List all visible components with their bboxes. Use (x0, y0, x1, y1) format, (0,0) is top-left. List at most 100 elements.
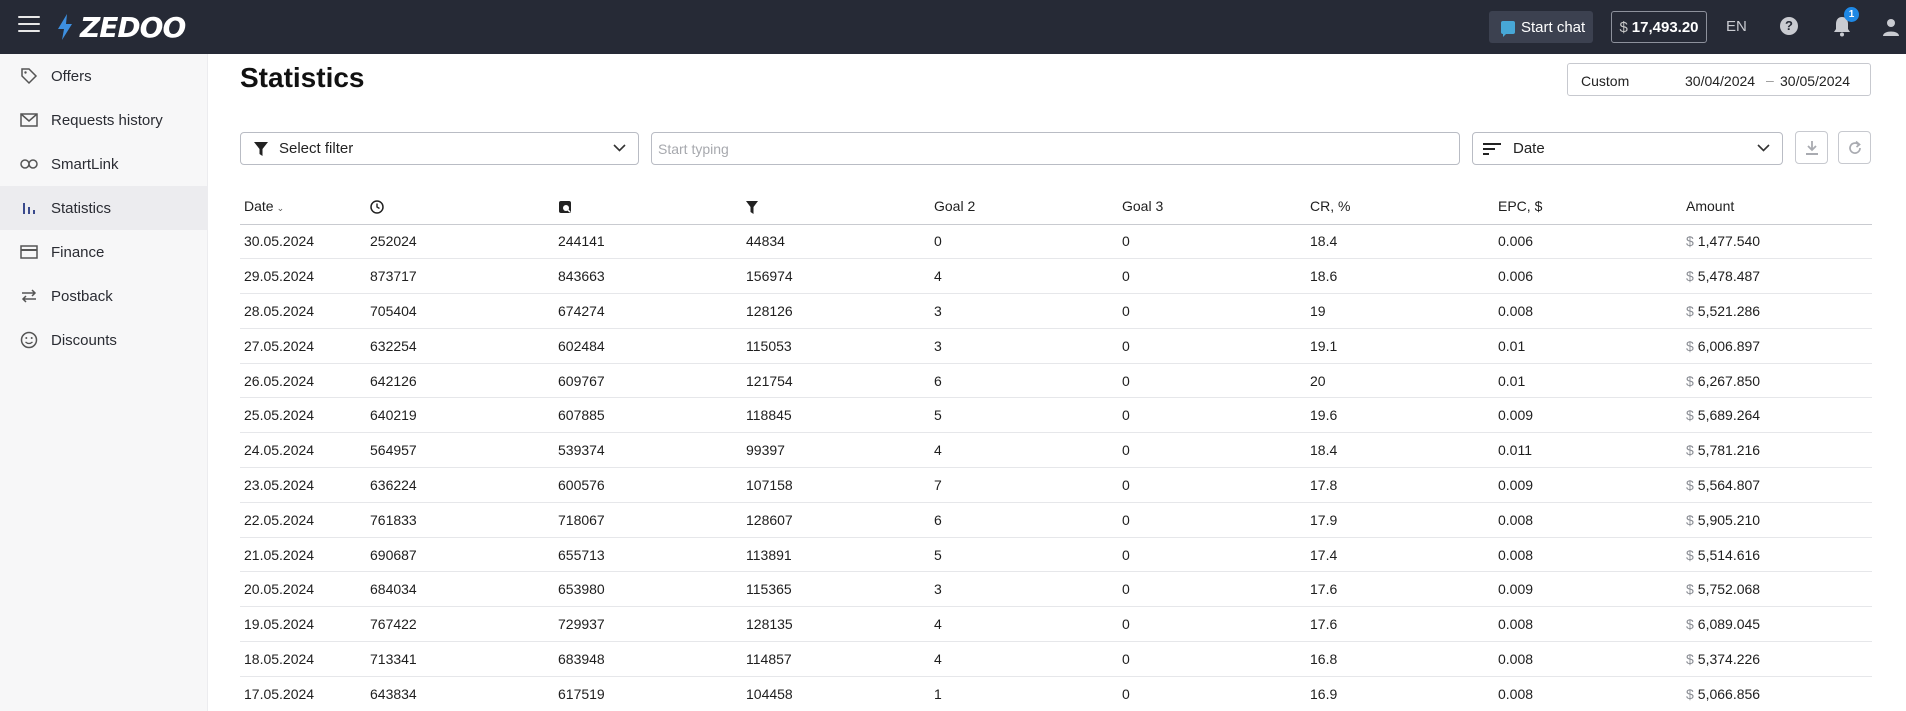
cell-c3: 128135 (742, 606, 930, 643)
cell-epc: 0.008 (1494, 606, 1682, 643)
cell-amount: $5,066.856 (1682, 676, 1872, 711)
sidebar-item-smartlink[interactable]: SmartLink (0, 142, 207, 186)
cell-cr: 19.1 (1306, 328, 1494, 364)
cell-amount: $5,521.286 (1682, 293, 1872, 329)
column-header-goal3: Goal 3 (1118, 188, 1306, 225)
cell-c1: 705404 (366, 293, 554, 329)
sidebar-item-postback[interactable]: Postback (0, 274, 207, 318)
column-header-clock (366, 188, 554, 225)
cell-date: 27.05.2024 (240, 328, 366, 364)
filter-select[interactable]: Select filter (240, 132, 639, 165)
cell-goal3: 0 (1118, 641, 1306, 677)
balance-display[interactable]: $ 17,493.20 (1611, 11, 1707, 43)
amount-currency: $ (1686, 476, 1694, 493)
cell-cr: 18.4 (1306, 224, 1494, 260)
refresh-button[interactable] (1838, 131, 1871, 164)
download-button[interactable] (1795, 131, 1828, 164)
cell-goal2: 0 (930, 224, 1118, 260)
table-row: 26.05.2024 642126 609767 121754 6 0 20 0.01 $6,2… (240, 363, 1872, 399)
sidebar-item-discounts[interactable]: Discounts (0, 318, 207, 362)
column-header-goal2: Goal 2 (930, 188, 1118, 225)
help-icon[interactable]: ? (1780, 17, 1798, 35)
table-row: 25.05.2024 640219 607885 118845 5 0 19.6 0.009 $… (240, 397, 1872, 434)
amount-value: 5,066.856 (1697, 685, 1761, 702)
logo[interactable]: ZEDOO (56, 11, 186, 44)
cell-epc: 0.01 (1494, 328, 1682, 364)
sidebar-item-statistics[interactable]: Statistics (0, 186, 207, 230)
cell-epc: 0.008 (1494, 676, 1682, 711)
cell-cr: 20 (1306, 363, 1494, 399)
cell-goal3: 0 (1118, 293, 1306, 329)
date-from[interactable]: 30/04/2024 (1685, 73, 1755, 89)
cell-date: 24.05.2024 (240, 432, 366, 469)
cell-amount: $5,514.616 (1682, 537, 1872, 573)
cell-goal2: 5 (930, 537, 1118, 573)
sidebar-item-label: Postback (51, 287, 113, 305)
refresh-icon (1848, 140, 1861, 154)
cell-goal2: 4 (930, 606, 1118, 643)
mail-icon (20, 111, 38, 129)
cell-cr: 17.4 (1306, 537, 1494, 573)
cell-c1: 642126 (366, 363, 554, 399)
cell-amount: $6,006.897 (1682, 328, 1872, 364)
language-selector[interactable]: EN (1726, 18, 1747, 35)
user-icon[interactable] (1881, 17, 1901, 37)
cell-cr: 19.6 (1306, 397, 1494, 434)
cell-c2: 602484 (554, 328, 742, 364)
sidebar-item-offers[interactable]: Offers (0, 54, 207, 98)
cell-c3: 107158 (742, 467, 930, 503)
table-row: 18.05.2024 713341 683948 114857 4 0 16.8 0.008 $… (240, 641, 1872, 677)
amount-value: 5,752.068 (1697, 581, 1761, 598)
cell-c3: 44834 (742, 224, 930, 260)
amount-currency: $ (1686, 372, 1694, 389)
table-row: 29.05.2024 873717 843663 156974 4 0 18.6 0.006 $… (240, 258, 1872, 295)
sort-select[interactable]: Date (1472, 132, 1783, 165)
amount-value: 6,267.850 (1697, 372, 1761, 389)
cell-amount: $6,267.850 (1682, 363, 1872, 399)
cell-amount: $5,689.264 (1682, 397, 1872, 434)
amount-value: 5,905.210 (1697, 511, 1761, 528)
sidebar-item-finance[interactable]: Finance (0, 230, 207, 274)
hamburger-icon[interactable] (18, 16, 40, 36)
download-icon (1805, 140, 1818, 155)
amount-value: 5,781.216 (1697, 442, 1761, 459)
column-header-date[interactable]: Date ⌄ (240, 188, 366, 225)
chevron-down-icon (613, 144, 626, 152)
date-range-preset[interactable]: Custom (1581, 73, 1629, 89)
date-range-picker[interactable]: Custom 30/04/2024 – 30/05/2024 (1567, 63, 1871, 96)
cell-goal2: 4 (930, 641, 1118, 677)
cell-c3: 121754 (742, 363, 930, 399)
search-input[interactable] (651, 132, 1460, 165)
date-to[interactable]: 30/05/2024 (1780, 73, 1850, 89)
start-chat-label: Start chat (1521, 18, 1586, 36)
amount-value: 5,689.264 (1697, 407, 1761, 424)
cell-goal2: 3 (930, 571, 1118, 608)
cell-goal2: 1 (930, 676, 1118, 711)
table-row: 21.05.2024 690687 655713 113891 5 0 17.4 0.008 $… (240, 537, 1872, 573)
cell-date: 30.05.2024 (240, 224, 366, 260)
amount-currency: $ (1686, 685, 1694, 702)
table-row: 27.05.2024 632254 602484 115053 3 0 19.1 0.01 $6… (240, 328, 1872, 364)
column-header-cr: CR, % (1306, 188, 1494, 225)
funnel-icon (746, 200, 758, 214)
cell-c3: 128607 (742, 502, 930, 538)
cell-c3: 113891 (742, 537, 930, 573)
amount-value: 5,564.807 (1697, 476, 1761, 493)
cell-cr: 19 (1306, 293, 1494, 329)
cell-epc: 0.008 (1494, 293, 1682, 329)
cell-date: 23.05.2024 (240, 467, 366, 503)
sidebar-item-requests-history[interactable]: Requests history (0, 98, 207, 142)
cell-goal3: 0 (1118, 432, 1306, 469)
cell-goal3: 0 (1118, 328, 1306, 364)
amount-currency: $ (1686, 337, 1694, 354)
cell-c1: 643834 (366, 676, 554, 711)
sidebar-item-label: Discounts (51, 331, 117, 349)
cell-c3: 114857 (742, 641, 930, 677)
table-row: 20.05.2024 684034 653980 115365 3 0 17.6 0.009 $… (240, 571, 1872, 608)
sidebar-item-label: Statistics (51, 199, 112, 217)
page-title: Statistics (240, 62, 365, 93)
cell-c2: 674274 (554, 293, 742, 329)
cell-cr: 16.8 (1306, 641, 1494, 677)
cell-date: 29.05.2024 (240, 258, 366, 295)
start-chat-button[interactable]: Start chat (1489, 11, 1593, 43)
